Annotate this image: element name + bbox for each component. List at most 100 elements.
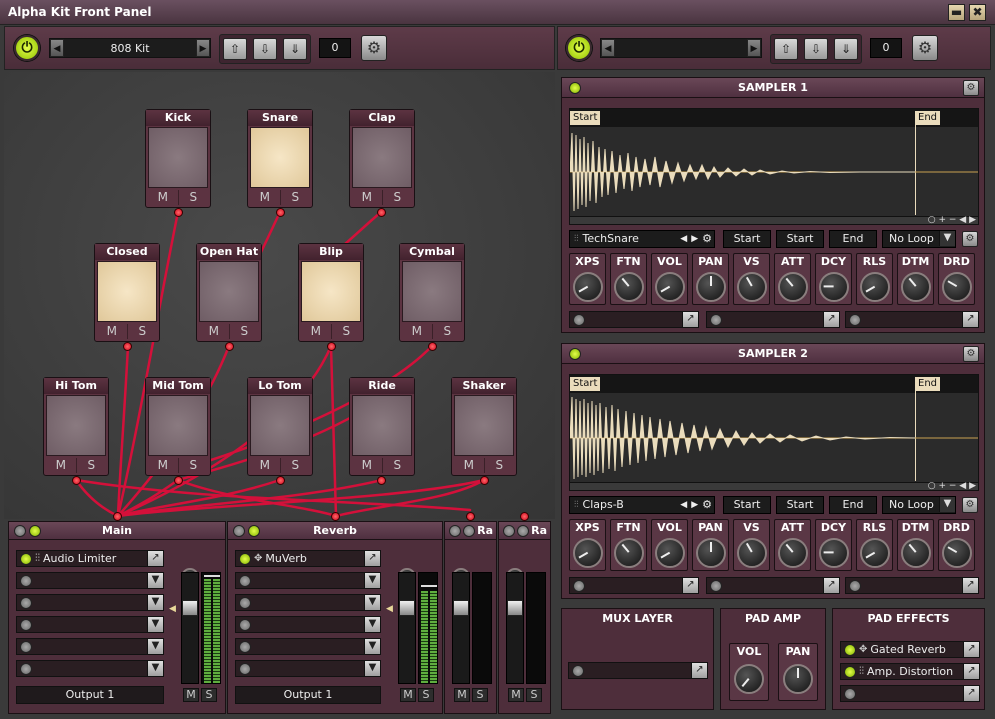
sampler-gear-icon[interactable]: ⚙: [963, 346, 979, 362]
open-editor-icon[interactable]: ↗: [682, 578, 698, 593]
dropdown-icon[interactable]: ▼: [147, 639, 163, 654]
insert-slot[interactable]: ▼: [235, 616, 381, 633]
channel-bypass-icon[interactable]: [503, 525, 515, 537]
prev-sample-icon[interactable]: ◀: [680, 231, 687, 247]
insert-power-icon[interactable]: [20, 574, 32, 587]
fader-cap[interactable]: [453, 600, 469, 616]
next-sample-icon[interactable]: ▶: [691, 497, 698, 513]
channel-input-port[interactable]: [466, 512, 475, 521]
pad-solo-button[interactable]: S: [281, 190, 311, 205]
mod-slot[interactable]: ↗: [845, 577, 979, 594]
insert-slot[interactable]: ▼: [235, 638, 381, 655]
loop-gear-icon[interactable]: ⚙: [962, 231, 978, 247]
fx-slot[interactable]: ✥ Gated Reverb ↗: [840, 641, 980, 658]
pad-snare[interactable]: Snare MS: [247, 109, 313, 208]
pad-output-port[interactable]: [327, 342, 336, 351]
pad-solo-button[interactable]: S: [383, 458, 413, 473]
mod-power-icon[interactable]: [710, 579, 722, 592]
insert-power-icon[interactable]: [20, 662, 32, 675]
channel-volume-fader[interactable]: [506, 572, 524, 684]
pad-lo-tom[interactable]: Lo Tom MS: [247, 377, 313, 476]
pad-trigger[interactable]: [454, 395, 514, 456]
channel-volume-fader[interactable]: [398, 572, 416, 684]
pad-trigger[interactable]: [402, 261, 462, 322]
pad-mute-button[interactable]: M: [352, 190, 383, 205]
start-mode-selector[interactable]: Start: [723, 230, 771, 248]
pad-trigger[interactable]: [199, 261, 259, 322]
channel-power-icon[interactable]: [517, 525, 529, 537]
loop-end-selector[interactable]: End: [829, 496, 877, 514]
pad-output-port[interactable]: [480, 476, 489, 485]
channel-output-selector[interactable]: Output 1: [235, 686, 381, 704]
zoom-controls-icon[interactable]: ○ + − ◀ ▶: [928, 215, 976, 225]
fx-power-icon[interactable]: [844, 643, 856, 656]
pad-output-port[interactable]: [276, 476, 285, 485]
pad-solo-button[interactable]: S: [281, 458, 311, 473]
insert-slot[interactable]: ▼: [16, 616, 164, 633]
pad-selector[interactable]: ◀ ▶: [600, 38, 762, 58]
open-editor-icon[interactable]: ↗: [823, 578, 839, 593]
pad-output-port[interactable]: [123, 342, 132, 351]
pad-save-folder-icon[interactable]: ⇩: [804, 38, 828, 60]
param-knob[interactable]: [696, 538, 726, 568]
param-knob[interactable]: [942, 538, 972, 568]
insert-power-icon[interactable]: [239, 596, 251, 609]
param-knob[interactable]: [737, 272, 767, 302]
dropdown-icon[interactable]: ▼: [364, 617, 380, 632]
loop-start-selector[interactable]: Start: [776, 230, 824, 248]
prev-pad-arrow-icon[interactable]: ◀: [601, 39, 615, 57]
pad-solo-button[interactable]: S: [77, 458, 107, 473]
pad-mute-button[interactable]: M: [250, 458, 281, 473]
fx-slot[interactable]: ⫶⫶ Amp. Distortion ↗: [840, 663, 980, 680]
pad-mute-button[interactable]: M: [46, 458, 77, 473]
channel-volume-fader[interactable]: [181, 572, 199, 684]
open-editor-icon[interactable]: ↗: [962, 312, 978, 327]
channel-solo-button[interactable]: S: [201, 688, 217, 702]
pad-solo-button[interactable]: S: [485, 458, 515, 473]
start-mode-selector[interactable]: Start: [723, 496, 771, 514]
open-editor-icon[interactable]: ↗: [963, 642, 979, 657]
channel-bypass-icon[interactable]: [14, 525, 26, 537]
insert-power-icon[interactable]: [20, 640, 32, 653]
save-folder-icon[interactable]: ⇩: [253, 38, 277, 60]
pad-solo-button[interactable]: S: [332, 324, 362, 339]
insert-power-icon[interactable]: [239, 552, 251, 565]
loop-mode-dropdown[interactable]: No Loop ▼: [882, 230, 956, 248]
insert-power-icon[interactable]: [239, 640, 251, 653]
fx-power-icon[interactable]: [844, 687, 856, 700]
open-editor-icon[interactable]: ↗: [963, 664, 979, 679]
sampler-gear-icon[interactable]: ⚙: [963, 80, 979, 96]
dropdown-icon[interactable]: ▼: [147, 595, 163, 610]
pad-solo-button[interactable]: S: [179, 458, 209, 473]
channel-power-icon[interactable]: [248, 525, 260, 537]
pad-open-folder-icon[interactable]: ⇧: [774, 38, 798, 60]
channel-bypass-icon[interactable]: [449, 525, 461, 537]
param-knob[interactable]: [860, 272, 890, 302]
pad-export-folder-icon[interactable]: ⇓: [834, 38, 858, 60]
channel-mute-button[interactable]: M: [183, 688, 199, 702]
sample-end-marker[interactable]: End: [915, 377, 941, 391]
sample-gear-icon[interactable]: ⚙: [702, 497, 712, 513]
pad-mute-button[interactable]: M: [97, 324, 128, 339]
dropdown-icon[interactable]: ▼: [147, 573, 163, 588]
param-knob[interactable]: [901, 538, 931, 568]
open-editor-icon[interactable]: ↗: [823, 312, 839, 327]
pad-output-port[interactable]: [377, 476, 386, 485]
pad-trigger[interactable]: [301, 261, 361, 322]
dropdown-icon[interactable]: ▼: [364, 595, 380, 610]
param-knob[interactable]: [573, 272, 603, 302]
param-knob[interactable]: [614, 272, 644, 302]
pad-cymbal[interactable]: Cymbal MS: [399, 243, 465, 342]
channel-input-port[interactable]: [113, 512, 122, 521]
channel-solo-button[interactable]: S: [472, 688, 488, 702]
mod-slot[interactable]: ↗: [569, 577, 699, 594]
pad-open-hat[interactable]: Open Hat MS: [196, 243, 262, 342]
loop-gear-icon[interactable]: ⚙: [962, 497, 978, 513]
param-knob[interactable]: [614, 538, 644, 568]
sampler-power-icon[interactable]: [569, 348, 581, 360]
channel-output-selector[interactable]: Output 1: [16, 686, 164, 704]
insert-power-icon[interactable]: [239, 618, 251, 631]
mux-slot[interactable]: ↗: [568, 662, 708, 679]
pad-trigger[interactable]: [148, 127, 208, 188]
mod-power-icon[interactable]: [849, 313, 861, 326]
